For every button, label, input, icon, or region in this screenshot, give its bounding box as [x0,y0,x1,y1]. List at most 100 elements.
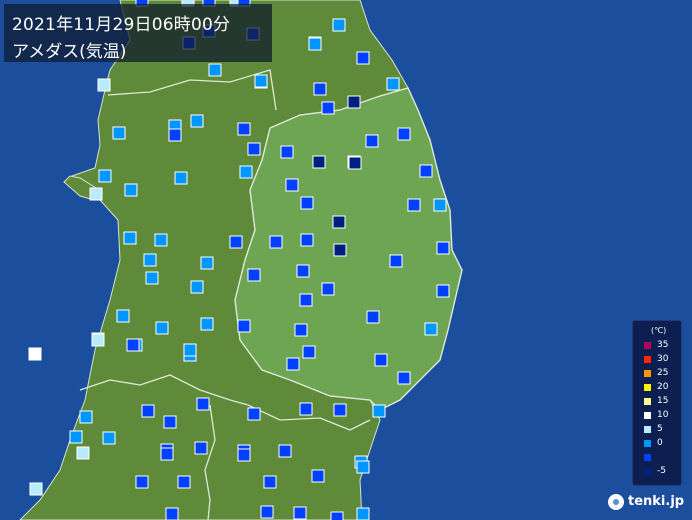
brand-logo[interactable]: tenki.jp [608,493,688,511]
station-marker [280,145,294,159]
station-marker [296,264,310,278]
station-marker [28,347,42,361]
station-marker [89,187,103,201]
legend-label: 10 [657,410,669,420]
legend-swatch [644,356,651,363]
station-marker [208,63,222,77]
station-marker [97,78,111,92]
station-marker [300,196,314,210]
station-marker [116,309,130,323]
station-marker [321,101,335,115]
legend-item: 0 [641,438,679,450]
station-marker [126,338,140,352]
station-marker [372,404,386,418]
station-marker [293,506,307,520]
station-marker [247,142,261,156]
station-marker [123,231,137,245]
station-marker [347,95,361,109]
station-marker [177,475,191,489]
observation-datetime: 2021年11月29日06時00分 [12,15,231,35]
temperature-legend: (℃) 35 30 25 20 15 10 5 0 -5 [632,320,682,486]
station-marker [299,293,313,307]
station-marker [433,198,447,212]
station-marker [285,178,299,192]
station-marker [286,357,300,371]
station-marker [229,235,243,249]
station-marker [237,122,251,136]
station-marker [278,444,292,458]
station-marker [200,256,214,270]
legend-item: 10 [641,410,679,422]
legend-label: 0 [657,438,663,448]
station-marker [163,415,177,429]
station-marker [237,319,251,333]
station-marker [141,404,155,418]
station-marker [165,507,179,520]
station-marker [194,441,208,455]
station-marker [260,505,274,519]
map-subtitle: アメダス(気温) [12,42,127,62]
legend-item: 15 [641,396,679,408]
station-marker [190,280,204,294]
station-marker [389,254,403,268]
station-marker [98,169,112,183]
station-marker [124,183,138,197]
station-marker [174,171,188,185]
legend-swatch [644,454,651,461]
station-marker [436,241,450,255]
station-marker [247,268,261,282]
station-marker [29,482,43,496]
station-marker [294,323,308,337]
legend-swatch [644,440,651,447]
legend-label: -5 [657,466,666,476]
station-marker [356,507,370,520]
station-marker [263,475,277,489]
legend-label: 25 [657,368,669,378]
station-marker [196,397,210,411]
station-marker [407,198,421,212]
station-marker [397,127,411,141]
station-marker [308,37,322,51]
station-marker [79,410,93,424]
station-marker [254,74,268,88]
legend-item: 30 [641,354,679,366]
legend-swatch [644,384,651,391]
station-marker [299,402,313,416]
legend-item: 20 [641,382,679,394]
station-marker [311,469,325,483]
title-panel: 2021年11月29日06時00分 アメダス(気温) [4,4,272,62]
station-marker [330,511,344,520]
station-marker [143,253,157,267]
station-marker [155,321,169,335]
station-marker [374,353,388,367]
station-marker [168,128,182,142]
station-marker [332,18,346,32]
legend-swatch [644,426,651,433]
legend-item: -5 [641,466,679,478]
station-marker [145,271,159,285]
station-marker [333,403,347,417]
legend-swatch [644,342,651,349]
station-marker [356,51,370,65]
tenki-logo-icon [608,494,624,510]
station-marker [247,407,261,421]
station-marker [321,282,335,296]
legend-swatch [644,468,651,475]
legend-item: 5 [641,424,679,436]
station-marker [348,156,362,170]
station-marker [366,310,380,324]
station-marker [239,165,253,179]
legend-item: 25 [641,368,679,380]
station-marker [154,233,168,247]
station-marker [190,114,204,128]
legend-item [641,452,679,464]
station-marker [300,233,314,247]
legend-label: 35 [657,340,669,350]
station-marker [332,215,346,229]
station-marker [424,322,438,336]
brand-text: tenki.jp [628,494,685,509]
station-marker [312,155,326,169]
amedas-temperature-map: 2021年11月29日06時00分 アメダス(気温) (℃) 35 30 25 20 1… [0,0,692,520]
station-marker [183,343,197,357]
station-marker [76,446,90,460]
